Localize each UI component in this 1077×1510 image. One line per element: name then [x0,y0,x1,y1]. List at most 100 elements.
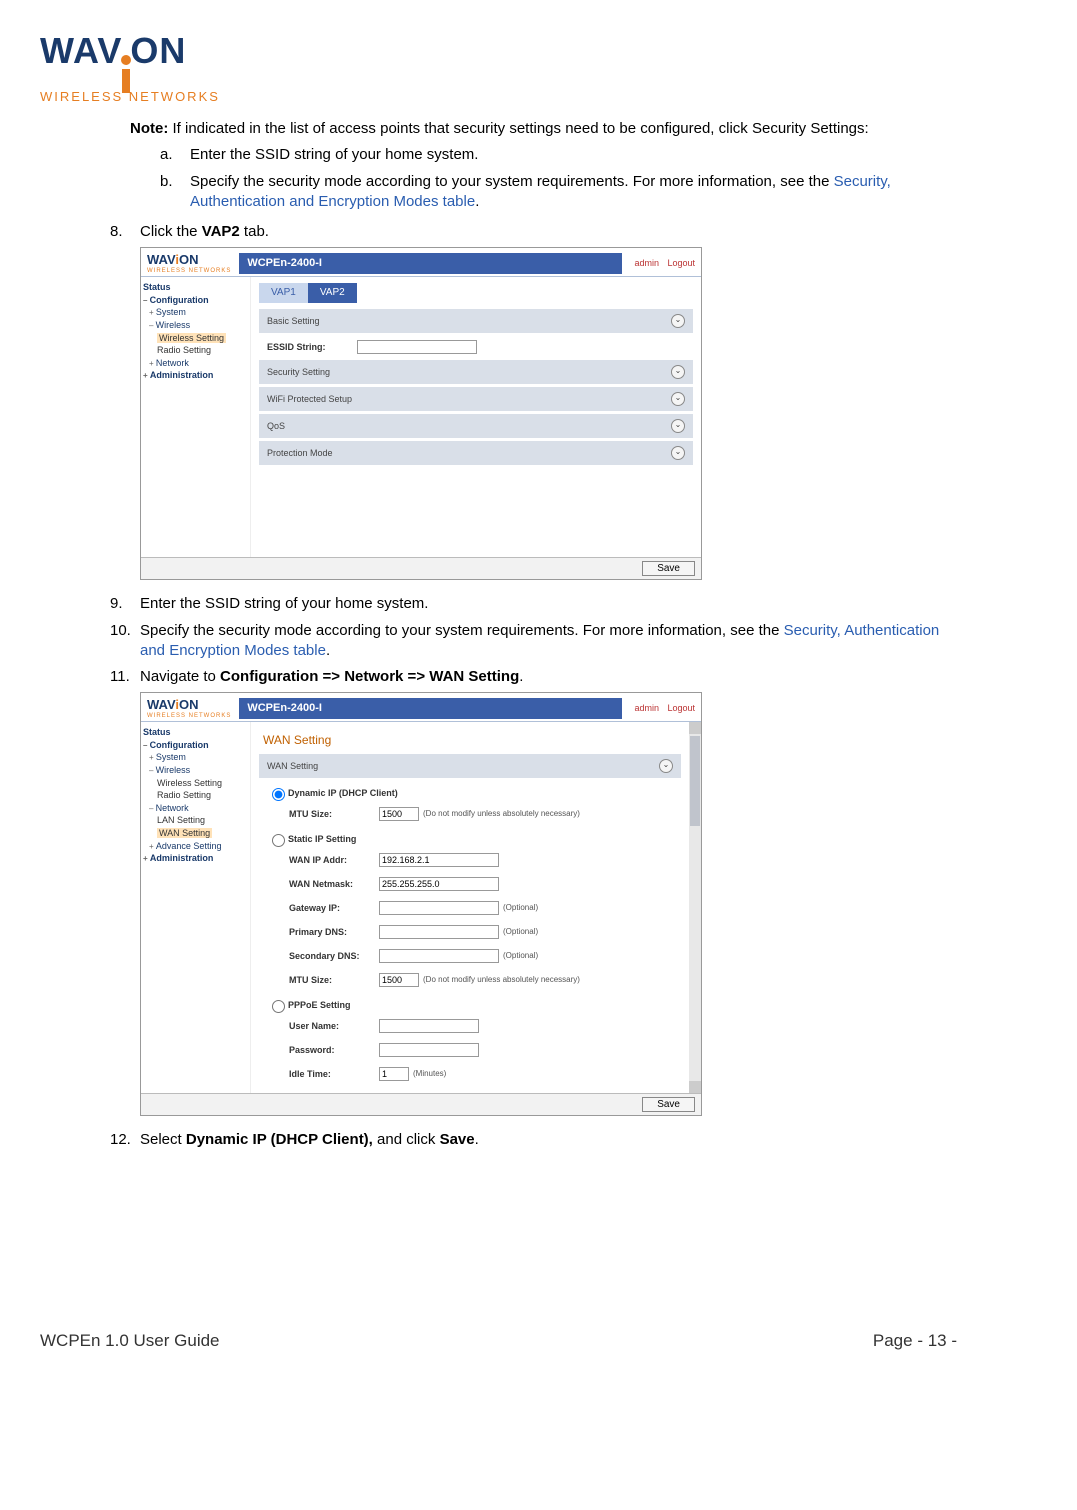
note-item-b: Specify the security mode according to y… [190,172,947,213]
ui-logo: WAViON WIRELESS NETWORKS [147,251,231,275]
ui-logout-link[interactable]: Logout [667,703,695,713]
password-label: Password: [289,1044,379,1056]
side-status[interactable]: Status [143,281,248,294]
side-configuration[interactable]: Configuration [143,739,248,752]
side-administration[interactable]: Administration [143,369,248,382]
side-lan-setting[interactable]: LAN Setting [157,814,248,827]
logo-text-left: WAV [40,30,122,72]
chevron-down-icon: ⌄ [671,419,685,433]
chevron-down-icon: ⌄ [671,392,685,406]
secondary-dns-input[interactable] [379,949,499,963]
side-wireless[interactable]: Wireless [149,764,248,777]
side-wan-setting[interactable]: WAN Setting [157,828,212,838]
scrollbar[interactable] [689,722,701,1093]
ui-sidebar: Status Configuration System Wireless Wir… [141,277,251,557]
side-status[interactable]: Status [143,726,248,739]
essid-input[interactable] [357,340,477,354]
page-footer: WCPEn 1.0 User Guide Page - 13 - [40,1331,957,1351]
side-wireless[interactable]: Wireless [149,319,248,332]
ui-admin-link[interactable]: admin [634,258,659,268]
optional-hint: (Optional) [503,903,538,914]
password-input[interactable] [379,1043,479,1057]
mtu-input-2[interactable] [379,973,419,987]
ui-admin-link[interactable]: admin [634,703,659,713]
ui-sidebar: Status Configuration System Wireless Wir… [141,722,251,1093]
ui-product-title: WCPEn-2400-I [239,253,622,274]
mtu-label-2: MTU Size: [289,974,379,986]
wan-setting-screenshot: WAViON WIRELESS NETWORKS WCPEn-2400-I ad… [140,692,702,1116]
dhcp-radio[interactable] [272,788,285,801]
wan-netmask-input[interactable] [379,877,499,891]
chevron-down-icon: ⌄ [671,314,685,328]
panel-protection-mode[interactable]: Protection Mode⌄ [259,441,693,465]
logo-text-right: ON [130,30,186,72]
tab-vap2[interactable]: VAP2 [308,283,357,303]
wan-ip-input[interactable] [379,853,499,867]
side-radio-setting[interactable]: Radio Setting [157,789,248,802]
side-wireless-setting[interactable]: Wireless Setting [157,777,248,790]
side-configuration[interactable]: Configuration [143,294,248,307]
side-radio-setting[interactable]: Radio Setting [157,344,248,357]
ui-logout-link[interactable]: Logout [667,258,695,268]
step-num: 8. [110,222,140,588]
tab-vap1[interactable]: VAP1 [259,283,308,303]
side-system[interactable]: System [149,306,248,319]
wan-netmask-label: WAN Netmask: [289,878,379,890]
optional-hint: (Optional) [503,927,538,938]
side-network[interactable]: Network [149,802,248,815]
panel-security-setting[interactable]: Security Setting⌄ [259,360,693,384]
step-num: 11. [110,667,140,1124]
step-11-text: Navigate to Configuration => Network => … [140,667,957,687]
footer-page-number: Page - 13 - [873,1331,957,1351]
note-label: Note: [130,120,168,137]
side-administration[interactable]: Administration [143,852,248,865]
logo-subtitle: WIRELESS NETWORKS [40,89,957,104]
step-9-text: Enter the SSID string of your home syste… [140,594,957,614]
idle-time-input[interactable] [379,1067,409,1081]
side-system[interactable]: System [149,751,248,764]
idle-time-label: Idle Time: [289,1068,379,1080]
panel-qos[interactable]: QoS⌄ [259,414,693,438]
dhcp-label: Dynamic IP (DHCP Client) [288,787,398,799]
optional-hint: (Optional) [503,951,538,962]
side-network[interactable]: Network [149,357,248,370]
step-list: 8. Click the VAP2 tab. WAViON WIRELESS N… [110,222,957,1151]
pppoe-label: PPPoE Setting [288,999,351,1011]
gateway-input[interactable] [379,901,499,915]
mtu-hint: (Do not modify unless absolutely necessa… [423,809,580,820]
mtu-input[interactable] [379,807,419,821]
note-block: Note: If indicated in the list of access… [130,119,947,212]
essid-label: ESSID String: [267,341,357,353]
mtu-label: MTU Size: [289,808,379,820]
side-wireless-setting[interactable]: Wireless Setting [157,333,226,343]
secondary-dns-label: Secondary DNS: [289,950,379,962]
step-10-text: Specify the security mode according to y… [140,621,957,662]
pppoe-radio[interactable] [272,1000,285,1013]
list-marker-a: a. [160,145,190,165]
wan-setting-title: WAN Setting [259,728,681,754]
idle-unit: (Minutes) [413,1069,446,1080]
panel-wan-setting[interactable]: WAN Setting⌄ [259,754,681,778]
username-label: User Name: [289,1020,379,1032]
save-button[interactable]: Save [642,561,695,576]
username-input[interactable] [379,1019,479,1033]
primary-dns-input[interactable] [379,925,499,939]
static-ip-label: Static IP Setting [288,833,356,845]
panel-basic-setting[interactable]: Basic Setting⌄ [259,309,693,333]
note-text: If indicated in the list of access point… [168,120,868,137]
step-num: 10. [110,621,140,662]
chevron-down-icon: ⌄ [671,365,685,379]
panel-wps[interactable]: WiFi Protected Setup⌄ [259,387,693,411]
step-12-text: Select Dynamic IP (DHCP Client), and cli… [140,1130,957,1150]
list-marker-b: b. [160,172,190,213]
side-advance-setting[interactable]: Advance Setting [149,840,248,853]
save-button[interactable]: Save [642,1097,695,1112]
ui-product-title: WCPEn-2400-I [239,698,622,719]
wan-ip-label: WAN IP Addr: [289,854,379,866]
gateway-label: Gateway IP: [289,902,379,914]
static-ip-radio[interactable] [272,834,285,847]
primary-dns-label: Primary DNS: [289,926,379,938]
brand-logo: WAV ON WIRELESS NETWORKS [40,30,957,104]
vap2-screenshot: WAViON WIRELESS NETWORKS WCPEn-2400-I ad… [140,247,702,580]
ui-logo: WAViON WIRELESS NETWORKS [147,696,231,720]
